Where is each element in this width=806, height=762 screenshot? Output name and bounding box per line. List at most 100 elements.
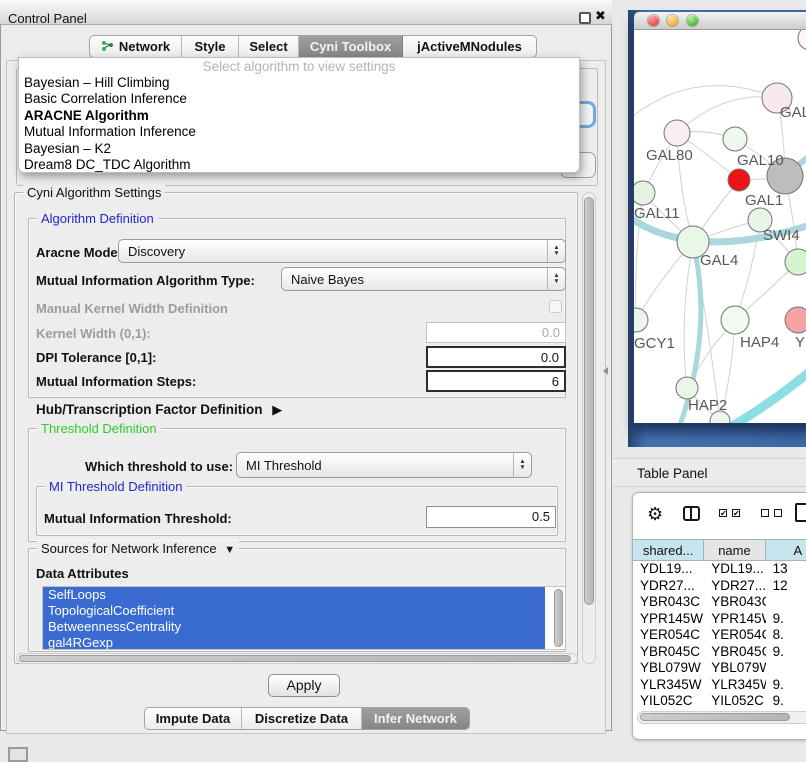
- splitter-handle-icon[interactable]: [603, 367, 608, 375]
- gear-icon[interactable]: ⚙: [647, 504, 663, 525]
- network-node-HAP2[interactable]: [676, 377, 698, 399]
- network-node-node-salmon[interactable]: [785, 307, 806, 333]
- network-canvas[interactable]: GAL7GAL80GAL10GAL1GAL11SWI4GAL4GCY1HAP4Y…: [634, 30, 806, 423]
- attribute-list-item[interactable]: BetweennessCentrality: [43, 619, 545, 635]
- table-row[interactable]: YLR345WYLR345W9.: [633, 677, 806, 694]
- network-window-titlebar[interactable]: [634, 12, 806, 30]
- dpi-tolerance-label: DPI Tolerance [0,1]:: [36, 350, 156, 365]
- column-layout-icon[interactable]: [683, 506, 700, 521]
- table-column-header[interactable]: shared...: [633, 539, 704, 561]
- expand-down-icon[interactable]: ▼: [224, 544, 235, 556]
- aracne-mode-combobox[interactable]: Discovery ▲▼: [118, 239, 566, 263]
- close-icon[interactable]: ✖: [595, 8, 606, 24]
- table-file-icon[interactable]: [795, 503, 806, 522]
- table-row[interactable]: YPR145WYPR145W9.: [633, 611, 806, 628]
- table-row[interactable]: YBR045CYBR045C9.: [633, 644, 806, 661]
- close-traffic-light-icon[interactable]: [648, 15, 659, 26]
- network-node-HAP4[interactable]: [721, 306, 749, 334]
- table-row[interactable]: YIL052CYIL052C9.: [633, 693, 806, 707]
- attributes-list-scrollbar[interactable]: [554, 589, 563, 647]
- tab-infer-network[interactable]: Infer Network: [362, 708, 469, 729]
- table-column-header[interactable]: name: [704, 539, 765, 561]
- table-panel-title: Table Panel: [637, 466, 708, 481]
- table-cell: YIL052C: [633, 693, 704, 707]
- mi-threshold-field[interactable]: 0.5: [426, 506, 556, 528]
- apply-button[interactable]: Apply: [268, 674, 340, 697]
- table-row[interactable]: YDR27...YDR27...12: [633, 578, 806, 595]
- attribute-list-item[interactable]: SelfLoops: [43, 587, 545, 603]
- table-horizontal-scrollbar-thumb[interactable]: [640, 713, 790, 721]
- mi-threshold-label: Mutual Information Threshold:: [44, 511, 232, 526]
- which-threshold-combobox[interactable]: MI Threshold ▲▼: [236, 452, 532, 478]
- table-cell: YBR043C: [633, 594, 704, 611]
- tab-network[interactable]: Network: [90, 36, 182, 57]
- network-node-node-top-right[interactable]: [798, 30, 806, 50]
- network-node-GAL11[interactable]: [634, 181, 655, 205]
- table-row[interactable]: YBL079WYBL079W: [633, 660, 806, 677]
- attribute-list-item[interactable]: TopologicalCoefficient: [43, 603, 545, 619]
- table-row[interactable]: YER054CYER054C8.: [633, 627, 806, 644]
- table-cell: YIL052C: [704, 693, 765, 707]
- tab-impute-data[interactable]: Impute Data: [145, 708, 242, 729]
- hub-definition-expander[interactable]: Hub/Transcription Factor Definition ▶: [36, 402, 282, 418]
- deselect-checkbox-icon[interactable]: [761, 509, 769, 517]
- select-all-checkbox-icon[interactable]: ✔: [732, 509, 740, 517]
- dpi-tolerance-field[interactable]: 0.0: [426, 346, 566, 368]
- network-node-label: GAL1: [745, 192, 783, 209]
- tab-select[interactable]: Select: [239, 36, 299, 57]
- algorithm-option[interactable]: Basic Correlation Inference: [19, 91, 579, 107]
- select-all-checkbox-icon[interactable]: ✔: [719, 509, 727, 517]
- settings-vertical-scrollbar-thumb[interactable]: [584, 197, 594, 605]
- table-cell: YER054C: [633, 627, 704, 644]
- table-cell: 9.: [766, 611, 806, 628]
- network-node-GAL80[interactable]: [664, 120, 690, 146]
- network-edge[interactable]: [634, 86, 777, 120]
- mi-steps-field[interactable]: 6: [426, 370, 566, 392]
- combobox-stepper-icon[interactable]: ▲▼: [547, 268, 565, 290]
- data-attributes-list[interactable]: SelfLoopsTopologicalCoefficientBetweenne…: [42, 586, 566, 650]
- network-node-GAL10[interactable]: [723, 127, 747, 151]
- kernel-width-field[interactable]: 0.0: [426, 322, 566, 343]
- expand-right-icon[interactable]: ▶: [272, 402, 282, 417]
- control-panel-titlebar[interactable]: [0, 0, 612, 25]
- minimized-window-icon[interactable]: [8, 747, 28, 762]
- settings-group-title: Cyni Algorithm Settings: [23, 185, 165, 200]
- network-view-window[interactable]: GAL7GAL80GAL10GAL1GAL11SWI4GAL4GCY1HAP4Y…: [634, 12, 806, 423]
- network-node-GAL1[interactable]: [728, 169, 750, 191]
- algorithm-option[interactable]: ARACNE Algorithm: [19, 108, 579, 124]
- table-column-header[interactable]: A: [766, 539, 806, 561]
- table-cell: YBL079W: [704, 660, 765, 677]
- table-row[interactable]: YBR043CYBR043C: [633, 594, 806, 611]
- network-node-label: GAL7: [780, 104, 806, 121]
- algorithm-option[interactable]: Dream8 DC_TDC Algorithm: [19, 157, 579, 173]
- mi-type-combobox[interactable]: Naive Bayes ▲▼: [281, 267, 566, 291]
- table-panel-titlebar[interactable]: Table Panel: [613, 458, 806, 487]
- network-edge[interactable]: [684, 242, 693, 388]
- network-edge[interactable]: [729, 364, 806, 423]
- tab-cyni-toolbox[interactable]: Cyni Toolbox: [299, 36, 403, 57]
- settings-horizontal-scrollbar[interactable]: [16, 653, 578, 664]
- settings-horizontal-scrollbar-thumb[interactable]: [19, 655, 571, 662]
- manual-kernel-checkbox[interactable]: [549, 300, 562, 313]
- table-row[interactable]: YDL19...YDL19...13: [633, 561, 806, 578]
- table-horizontal-scrollbar[interactable]: [637, 711, 806, 724]
- algorithm-option[interactable]: Bayesian – K2: [19, 141, 579, 157]
- table-cell: YDR27...: [633, 578, 704, 595]
- zoom-traffic-light-icon[interactable]: [687, 15, 698, 26]
- deselect-checkbox-icon[interactable]: [774, 509, 782, 517]
- settings-vertical-scrollbar[interactable]: [582, 192, 596, 664]
- attribute-list-item[interactable]: gal4RGexp: [43, 635, 545, 650]
- combobox-stepper-icon[interactable]: ▲▼: [547, 240, 565, 262]
- network-graph[interactable]: GAL7GAL80GAL10GAL1GAL11SWI4GAL4GCY1HAP4Y…: [634, 30, 806, 423]
- network-edge[interactable]: [677, 97, 777, 133]
- tab-style[interactable]: Style: [182, 36, 239, 57]
- float-window-icon[interactable]: [579, 12, 591, 24]
- network-node-GCY1[interactable]: [634, 308, 648, 332]
- tab-jactivemnodules[interactable]: jActiveMNodules: [403, 36, 536, 57]
- algorithm-option[interactable]: Mutual Information Inference: [19, 124, 579, 140]
- combobox-stepper-icon[interactable]: ▲▼: [513, 453, 531, 477]
- tab-discretize-data[interactable]: Discretize Data: [242, 708, 362, 729]
- minimize-traffic-light-icon[interactable]: [667, 15, 678, 26]
- network-node-node-green-right[interactable]: [785, 249, 806, 275]
- algorithm-option[interactable]: Bayesian – Hill Climbing: [19, 75, 579, 91]
